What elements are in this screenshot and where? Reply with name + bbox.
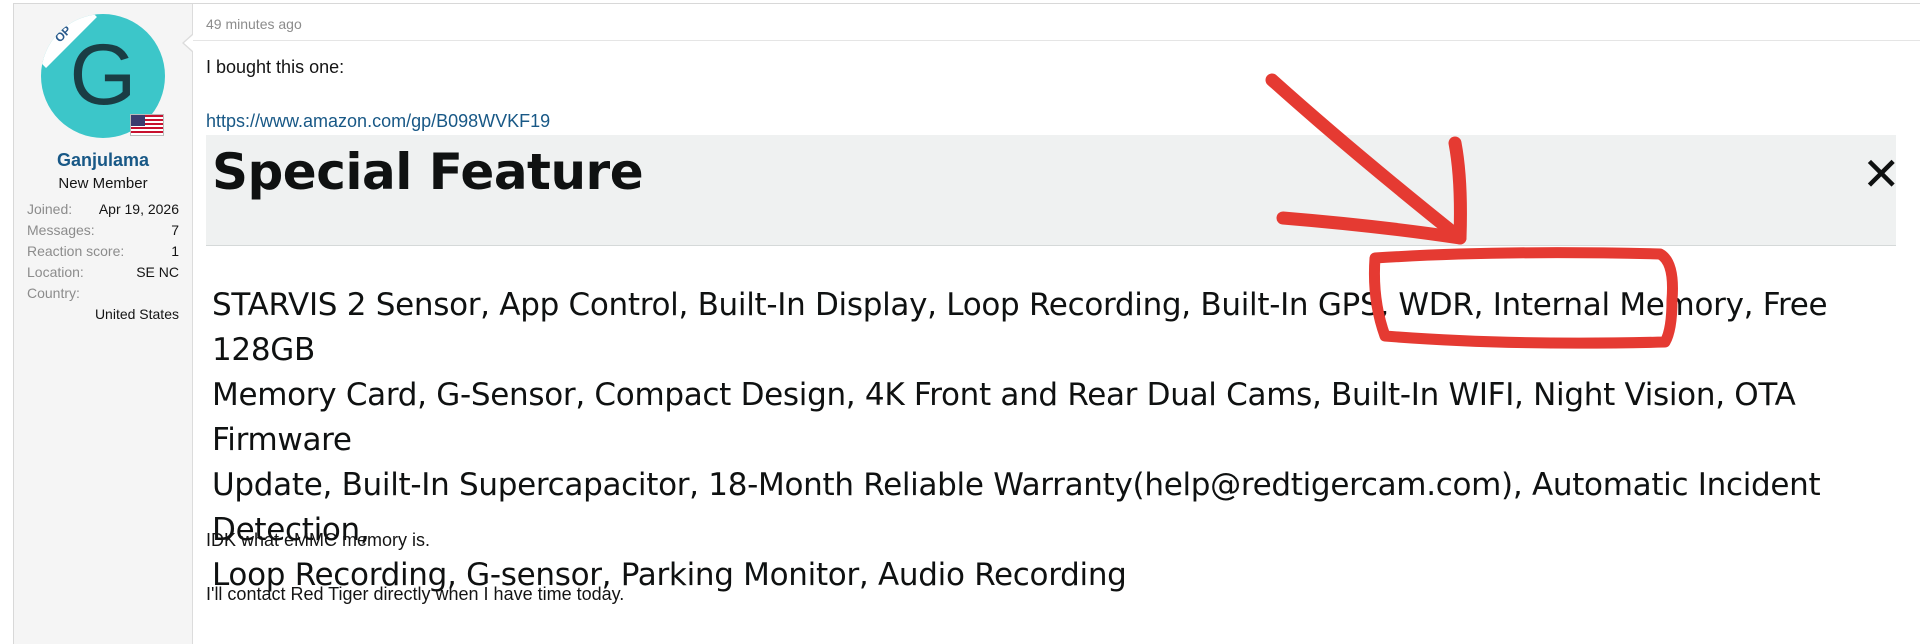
post-link[interactable]: https://www.amazon.com/gp/B098WVKF19	[206, 111, 550, 132]
stat-location-value[interactable]: SE NC	[136, 264, 179, 280]
embedded-screenshot[interactable]: Special Feature ✕ STARVIS 2 Sensor, App …	[206, 135, 1920, 593]
stat-reaction-value: 1	[171, 243, 179, 259]
feature-line: Update, Built-In Supercapacitor, 18-Mont…	[212, 467, 1821, 548]
post-text-line3: I'll contact Red Tiger directly when I h…	[206, 584, 625, 604]
stat-messages: Messages: 7	[27, 222, 179, 238]
embedded-feature-text: STARVIS 2 Sensor, App Control, Built-In …	[212, 283, 1912, 598]
post-timestamp[interactable]: 49 minutes ago	[206, 16, 302, 32]
embedded-title: Special Feature	[212, 143, 644, 201]
stat-joined-value: Apr 19, 2026	[98, 201, 179, 217]
stat-messages-value[interactable]: 7	[171, 222, 179, 238]
feature-line: STARVIS 2 Sensor, App Control, Built-In …	[212, 287, 1828, 368]
stat-joined-label: Joined:	[27, 201, 73, 217]
stat-reaction-label: Reaction score:	[27, 243, 125, 259]
stat-reaction: Reaction score: 1	[27, 243, 179, 259]
stat-joined: Joined: Apr 19, 2026	[27, 201, 179, 217]
stat-country-value: United States	[94, 306, 179, 322]
post-text-line1: I bought this one:	[206, 57, 345, 77]
feature-line: Memory Card, G-Sensor, Compact Design, 4…	[212, 377, 1796, 458]
post-header-divider	[193, 40, 1920, 41]
stat-country: Country:	[27, 285, 179, 301]
post-text-line2: IDK what eMMC memory is.	[206, 530, 431, 550]
us-flag-icon	[130, 114, 164, 136]
user-title: New Member	[58, 175, 148, 192]
stat-location: Location: SE NC	[27, 264, 179, 280]
stat-location-label: Location:	[27, 264, 84, 280]
embedded-header: Special Feature ✕	[206, 135, 1901, 246]
close-icon: ✕	[1862, 147, 1901, 201]
username-link[interactable]: Ganjulama	[14, 150, 192, 171]
message-notch-inner	[184, 35, 193, 51]
stat-messages-label: Messages:	[27, 222, 95, 238]
stat-country-label: Country:	[27, 285, 80, 301]
